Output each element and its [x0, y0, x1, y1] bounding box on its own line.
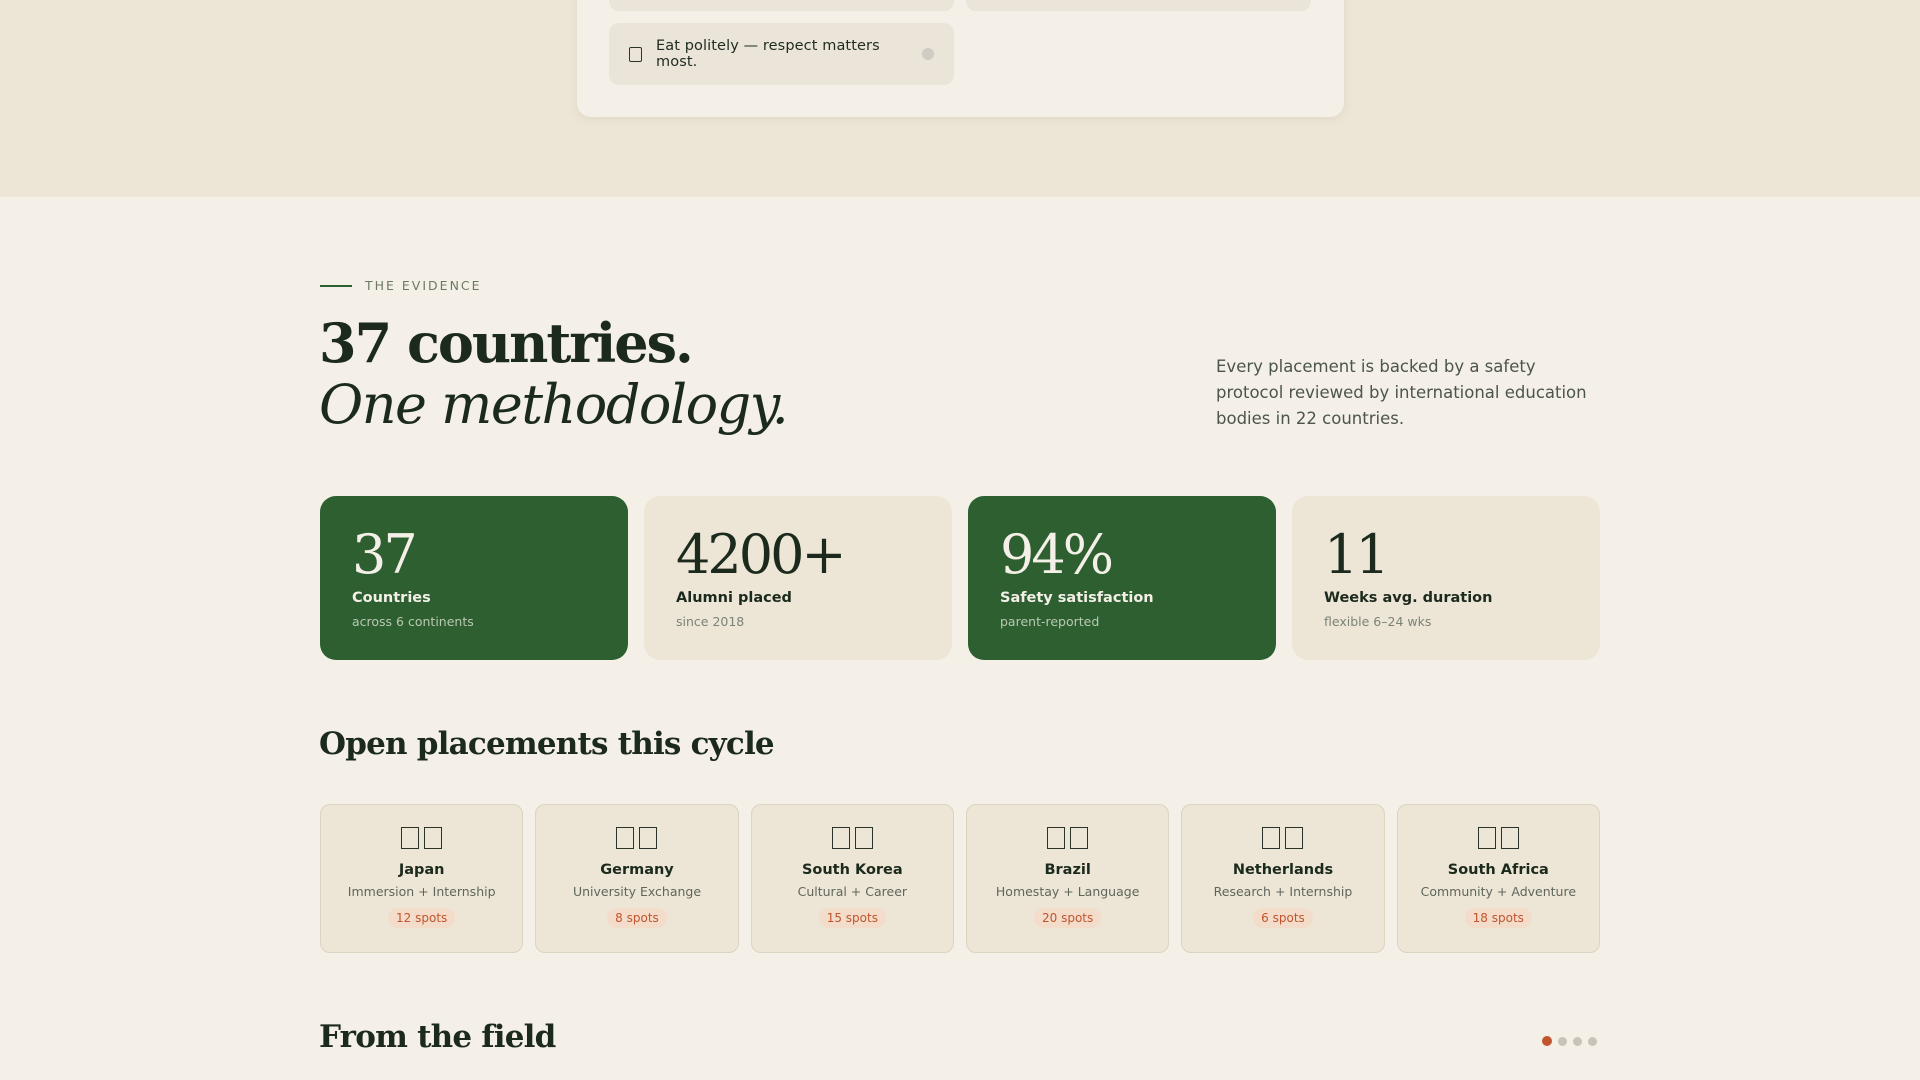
placement-country: Japan [398, 862, 445, 878]
stat-label: Alumni placed [676, 590, 792, 606]
flag-icon [1477, 827, 1519, 849]
spots-badge: 6 spots [1253, 908, 1313, 928]
stat-card-safety: 94% Safety satisfaction parent-reported [968, 496, 1276, 660]
spots-badge: 20 spots [1034, 908, 1102, 928]
placement-type: University Exchange [572, 884, 702, 899]
placement-type: Cultural + Career [797, 884, 908, 899]
headline-line-2: One methodology. [319, 373, 789, 436]
placement-country: Brazil [1044, 862, 1091, 878]
checklist-item-partial [966, 0, 1311, 11]
placement-card-germany[interactable]: Germany University Exchange 8 spots [535, 804, 739, 953]
flag-icon [1262, 827, 1304, 849]
checklist-item-partial [609, 0, 954, 11]
spots-badge: 18 spots [1464, 908, 1532, 928]
placement-type: Homestay + Language [995, 884, 1140, 899]
flag-icon [831, 827, 873, 849]
stat-subtext: flexible 6–24 wks [1324, 614, 1432, 629]
flag-icon [1047, 827, 1089, 849]
checklist-item-label: Eat politely — respect matters most. [656, 38, 880, 70]
placement-type: Research + Internship [1213, 884, 1353, 899]
placement-card-netherlands[interactable]: Netherlands Research + Internship 6 spot… [1181, 804, 1385, 953]
placement-country: Germany [600, 862, 674, 878]
stat-card-countries: 37 Countries across 6 continents [320, 496, 628, 660]
placement-country: South Africa [1447, 862, 1549, 878]
stat-subtext: across 6 continents [352, 614, 474, 629]
section-eyebrow: THE EVIDENCE [320, 278, 482, 293]
stat-card-alumni: 4200+ Alumni placed since 2018 [644, 496, 952, 660]
placement-card-brazil[interactable]: Brazil Homestay + Language 20 spots [965, 804, 1170, 953]
evidence-intro: Every placement is backed by a safety pr… [1216, 357, 1587, 428]
placement-card-japan[interactable]: Japan Immersion + Internship 12 spots [320, 804, 524, 953]
placements-grid: Japan Immersion + Internship 12 spots Ge… [320, 804, 1600, 953]
status-dot [922, 48, 934, 60]
carousel-dots [1542, 1036, 1597, 1046]
stat-value: 4200+ [676, 523, 847, 586]
flag-icon [616, 827, 658, 849]
stats-row: 37 Countries across 6 continents 4200+ A… [320, 496, 1600, 660]
stat-label: Weeks avg. duration [1324, 590, 1493, 606]
stat-subtext: since 2018 [676, 614, 745, 629]
carousel-dot-1[interactable] [1542, 1036, 1552, 1046]
top-band: Eat politely — respect matters most. [0, 0, 1920, 197]
placement-card-south-korea[interactable]: South Korea Cultural + Career 15 spots [750, 804, 954, 953]
eyebrow-line [320, 284, 352, 287]
stat-label: Safety satisfaction [1000, 590, 1154, 606]
placements-title: Open placements this cycle [319, 726, 775, 762]
spots-badge: 12 spots [388, 908, 456, 928]
evidence-headline: 37 countries. One methodology. [319, 308, 789, 436]
checklist-item[interactable]: Eat politely — respect matters most. [609, 23, 954, 85]
headline-line-1: 37 countries. [319, 311, 694, 375]
placement-card-south-africa[interactable]: South Africa Community + Adventure 18 sp… [1396, 804, 1600, 953]
placement-type: Community + Adventure [1420, 884, 1577, 899]
eyebrow-label: THE EVIDENCE [365, 278, 482, 293]
stat-card-duration: 11 Weeks avg. duration flexible 6–24 wks [1292, 496, 1600, 660]
placement-country: South Korea [801, 862, 903, 878]
placement-type: Immersion + Internship [347, 884, 496, 899]
carousel-dot-3[interactable] [1573, 1036, 1582, 1046]
stat-label: Countries [352, 590, 431, 606]
carousel-dot-2[interactable] [1558, 1036, 1567, 1046]
flag-icon [401, 827, 443, 849]
stat-value: 11 [1324, 523, 1390, 586]
stat-value: 37 [352, 523, 418, 586]
spots-badge: 8 spots [607, 908, 667, 928]
checkbox[interactable] [629, 46, 642, 62]
stat-subtext: parent-reported [1000, 614, 1100, 629]
from-the-field-title: From the field [319, 1019, 556, 1055]
carousel-dot-4[interactable] [1588, 1036, 1597, 1046]
checklist-card: Eat politely — respect matters most. [577, 0, 1344, 117]
spots-badge: 15 spots [818, 908, 886, 928]
placement-country: Netherlands [1232, 862, 1334, 878]
stat-value: 94% [1000, 523, 1114, 586]
